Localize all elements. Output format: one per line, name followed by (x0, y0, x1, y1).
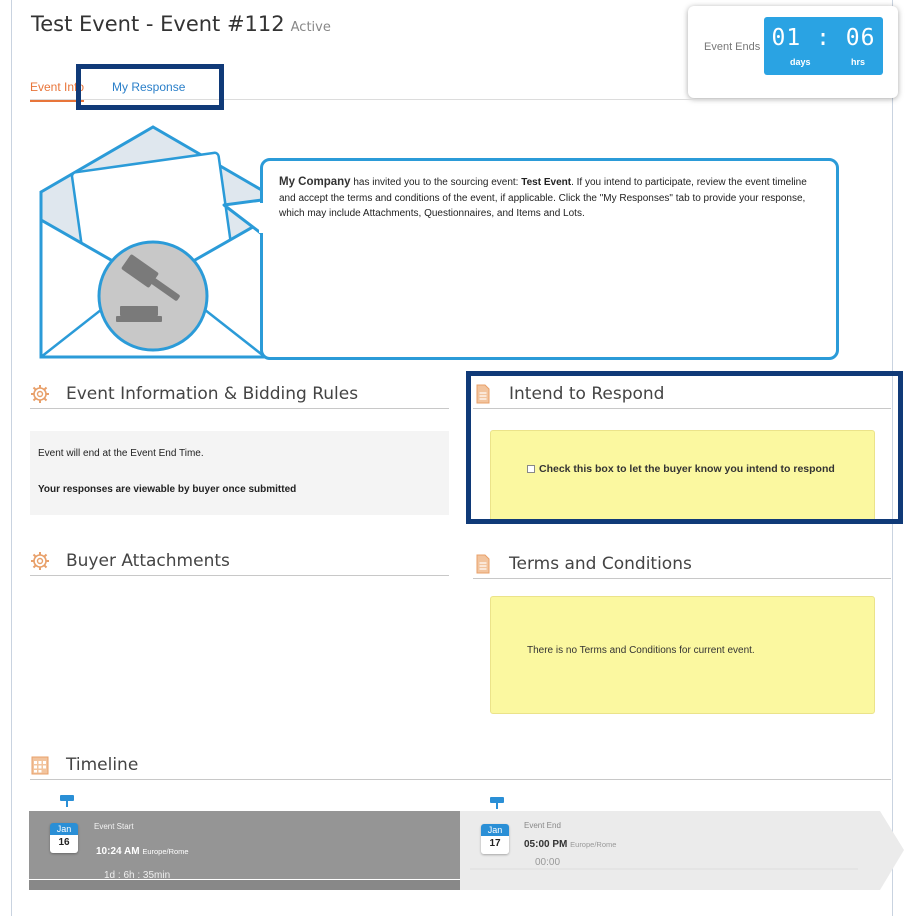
pin-icon (490, 797, 504, 809)
section-buyer-attachments: Buyer Attachments (30, 549, 449, 576)
section-terms-and-conditions: Terms and Conditions (473, 552, 891, 579)
company-name: My Company (279, 176, 351, 188)
end-time-value: 05:00 PM (524, 839, 568, 850)
countdown-hrs-unit: hrs (850, 57, 865, 67)
event-info-rule: Your responses are viewable by buyer onc… (38, 484, 297, 495)
event-title: Test Event - Event #112 (31, 12, 285, 36)
section-title: Event Information & Bidding Rules (66, 384, 359, 404)
start-day: 16 (50, 835, 78, 853)
section-event-information: Event Information & Bidding Rules (30, 382, 449, 409)
start-timezone: Europe/Rome (142, 847, 189, 856)
start-duration: 1d : 6h : 35min (104, 870, 171, 881)
gear-icon (31, 552, 49, 570)
section-title: Terms and Conditions (509, 554, 692, 574)
bubble-joint (259, 203, 265, 233)
start-time: 10:24 AM Europe/Rome (96, 846, 189, 857)
end-label: Event End (524, 821, 561, 830)
highlight-box-tabs (76, 64, 224, 110)
end-month: Jan (481, 824, 509, 836)
start-month: Jan (50, 823, 78, 835)
highlight-box-intend (466, 371, 903, 524)
calendar-icon (31, 756, 49, 775)
terms-message: There is no Terms and Conditions for cur… (527, 645, 755, 656)
status-badge: Active (290, 20, 331, 35)
invitation-text-part: has invited you to the sourcing event: (350, 177, 522, 188)
section-timeline: Timeline (30, 753, 891, 780)
page-title: Test Event - Event #112 Active (31, 12, 331, 36)
event-info-rule: Event will end at the Event End Time. (38, 448, 204, 459)
end-day: 17 (481, 836, 509, 854)
gear-icon (31, 385, 49, 403)
event-info-box: Event will end at the Event End Time. Yo… (30, 431, 449, 515)
start-label: Event Start (94, 822, 134, 831)
start-time-value: 10:24 AM (96, 846, 140, 857)
countdown-days-unit: days (790, 57, 811, 67)
event-name: Test Event (521, 177, 572, 188)
start-date-badge: Jan 16 (50, 823, 78, 853)
invitation-text: My Company has invited you to the sourci… (279, 175, 819, 222)
document-icon (476, 554, 490, 574)
end-time: 05:00 PM Europe/Rome (524, 839, 616, 850)
invitation-bubble: My Company has invited you to the sourci… (260, 158, 839, 360)
countdown-display: 01 : 06 days hrs (764, 17, 883, 75)
timeline-progress-track (29, 880, 460, 890)
countdown-label: Event Ends (704, 41, 761, 53)
pin-icon (60, 795, 74, 807)
end-date-badge: Jan 17 (481, 824, 509, 854)
section-title: Timeline (66, 755, 139, 775)
end-timezone: Europe/Rome (570, 840, 617, 849)
countdown-value: 01 : 06 (771, 25, 876, 51)
envelope-gavel-illustration (39, 125, 267, 359)
section-title: Buyer Attachments (66, 551, 230, 571)
end-duration: 00:00 (535, 857, 561, 868)
terms-panel: There is no Terms and Conditions for cur… (490, 596, 875, 714)
